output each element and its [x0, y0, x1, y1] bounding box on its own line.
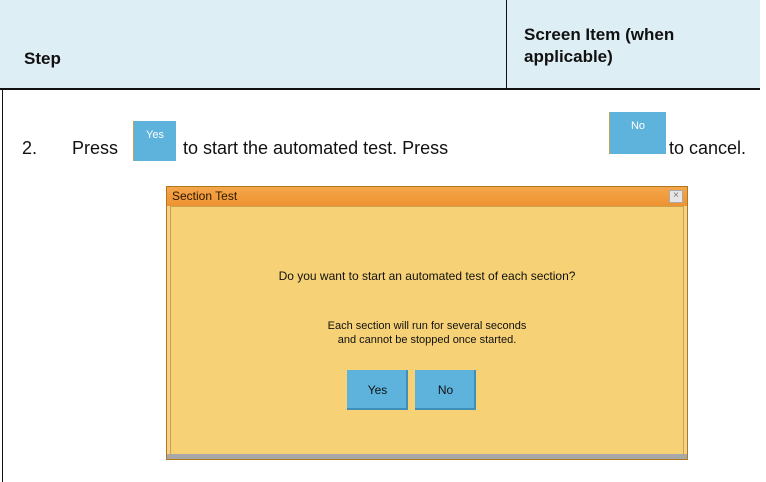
- dialog-bottom-border: [167, 454, 687, 459]
- dialog-info-line-1: Each section will run for several second…: [327, 320, 527, 332]
- procedure-table: Step Screen Item (when applicable) 2. Pr…: [0, 0, 766, 482]
- step-number: 2.: [22, 138, 38, 158]
- dialog-info: Each section will run for several second…: [171, 319, 683, 347]
- screen-item-column-header: Screen Item (when applicable): [524, 25, 675, 66]
- step-press-text: Press: [72, 138, 119, 158]
- dialog-info-line-2: and cannot be stopped once started.: [337, 334, 517, 346]
- table-left-border: [2, 88, 3, 482]
- dialog-body: Do you want to start an automated test o…: [170, 206, 684, 455]
- close-icon[interactable]: ×: [669, 190, 683, 203]
- column-divider: [506, 0, 507, 88]
- table-header: Step Screen Item (when applicable): [0, 0, 760, 90]
- inline-yes-button: Yes: [133, 121, 176, 161]
- no-button[interactable]: No: [415, 370, 476, 410]
- section-test-dialog: Section Test × Do you want to start an a…: [166, 186, 688, 460]
- dialog-title-bar: Section Test ×: [167, 187, 687, 206]
- dialog-title: Section Test: [172, 189, 238, 203]
- dialog-question: Do you want to start an automated test o…: [278, 269, 576, 283]
- inline-no-button: No: [609, 112, 666, 154]
- step-middle-text: to start the automated test. Press: [183, 138, 449, 158]
- step-column-header: Step: [24, 49, 61, 68]
- yes-button[interactable]: Yes: [347, 370, 408, 410]
- step-end-text: to cancel.: [669, 138, 747, 158]
